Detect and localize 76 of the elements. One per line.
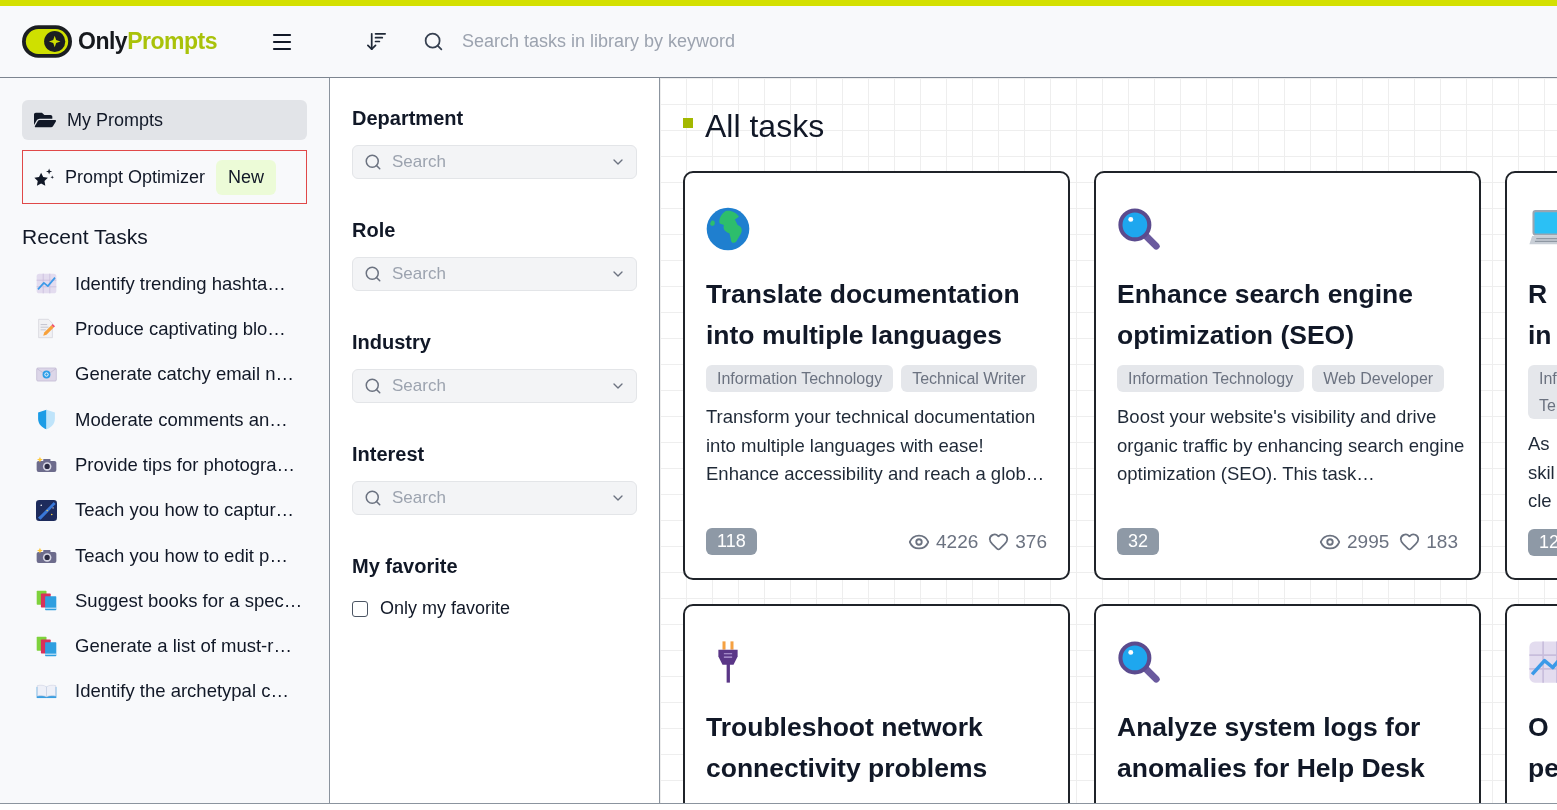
- galaxy-icon: [36, 499, 57, 521]
- recent-task-link[interactable]: Identify the archetypal c…: [75, 677, 289, 706]
- search-icon: [364, 265, 382, 283]
- sort-icon[interactable]: [365, 30, 388, 53]
- section-heading: Recent Tasks: [22, 224, 149, 250]
- recent-task-link[interactable]: Generate catchy email n…: [75, 360, 295, 389]
- checkbox-label[interactable]: Only my favorite: [380, 595, 511, 622]
- tag: Inf Te: [1528, 365, 1557, 419]
- globe-icon: [706, 207, 750, 251]
- card-description: As skil cle: [1528, 432, 1556, 513]
- recent-task-link[interactable]: Identify trending hashta…: [75, 269, 286, 298]
- nav-item[interactable]: My Prompts: [22, 100, 307, 140]
- tag: Information Technology: [1117, 365, 1305, 392]
- recent-task-link[interactable]: Teach you how to edit p…: [75, 541, 288, 570]
- tag: Technical Writer: [901, 365, 1037, 392]
- filter-heading: Interest: [352, 442, 426, 466]
- brand-name: OnlyPrompts: [78, 27, 217, 57]
- dropdown-search-input[interactable]: Search: [392, 373, 610, 399]
- recent-task-link[interactable]: Generate a list of must-r…: [75, 632, 292, 660]
- dropdown-search-input[interactable]: Search: [392, 149, 610, 175]
- dropdown-search-input[interactable]: Search: [392, 485, 610, 511]
- checkbox[interactable]: [352, 600, 368, 617]
- card-title: Enhance search engine optimization (SEO): [1117, 278, 1415, 352]
- recent-task-link[interactable]: Teach you how to captur…: [75, 496, 295, 524]
- recent-task-link[interactable]: Produce captivating blo…: [75, 315, 286, 343]
- filter-heading: Department: [352, 106, 465, 130]
- filter-heading: Role: [352, 218, 397, 242]
- filter-heading: Industry: [352, 330, 432, 354]
- filter-dropdown[interactable]: Search: [352, 257, 637, 291]
- task-card[interactable]: Troubleshoot network connectivity problems: [683, 604, 1070, 803]
- task-card[interactable]: Analyze system logs for anomalies for Help Desk: [1094, 604, 1481, 803]
- magnifier-icon: [1117, 207, 1161, 251]
- view-count: 2995: [1347, 529, 1390, 554]
- square-marker-icon: [683, 118, 693, 128]
- memo-icon: [36, 318, 57, 340]
- card-title: Troubleshoot network connectivity problems: [706, 711, 989, 785]
- new-badge: New: [216, 159, 277, 195]
- page-title: All tasks: [705, 107, 825, 145]
- search-icon: [364, 377, 382, 395]
- card-title: Analyze system logs for anomalies for Help Desk: [1117, 711, 1426, 785]
- search-icon: [423, 31, 444, 52]
- filter-heading: My favorite: [352, 554, 459, 578]
- filter-dropdown[interactable]: Search: [352, 369, 637, 403]
- heart-icon: [988, 531, 1010, 553]
- view-count: 4226: [936, 529, 979, 554]
- filter-dropdown[interactable]: Search: [352, 145, 637, 179]
- tag: Web Developer: [1312, 365, 1445, 392]
- filter-dropdown[interactable]: Search: [352, 481, 637, 515]
- folder-icon: [34, 110, 56, 130]
- card-description: Boost your website's visibility and drive organic traffic by enhancing search engine optimization (SEO). This task…: [1117, 405, 1466, 486]
- card-title: Translate documentation into multiple languages: [706, 278, 1021, 352]
- task-card[interactable]: [683, 171, 1070, 580]
- card-description: Transform your technical documentation into multiple languages with ease! Enhance accessibility and reach a glob…: [706, 405, 1046, 486]
- count-badge: 32: [1117, 528, 1160, 556]
- search-icon: [364, 153, 382, 171]
- card-title: R in: [1528, 278, 1553, 352]
- nav-item[interactable]: Prompt Optimizer New: [22, 150, 307, 204]
- chart-icon: [36, 273, 57, 295]
- like-count: 183: [1426, 529, 1458, 554]
- shield-icon: [36, 409, 57, 431]
- like-count: 376: [1015, 529, 1047, 554]
- recent-task-link[interactable]: Moderate comments an…: [75, 405, 288, 434]
- tag: Information Technology: [706, 365, 894, 392]
- search-icon: [364, 489, 382, 507]
- books-icon: [36, 635, 57, 657]
- magnifier-icon: [1117, 640, 1161, 684]
- search-field[interactable]: Search tasks in library by keyword: [462, 28, 762, 55]
- books-icon: [36, 590, 57, 612]
- sparkle-star-icon: [34, 167, 54, 187]
- task-card[interactable]: [1094, 171, 1481, 580]
- recent-task-link[interactable]: Suggest books for a spec…: [75, 586, 303, 615]
- recent-task-link[interactable]: Provide tips for photogra…: [75, 450, 296, 479]
- count-badge: 118: [706, 528, 757, 556]
- dropdown-search-input[interactable]: Search: [392, 261, 610, 287]
- toggle-icon: [22, 25, 72, 58]
- heart-icon: [1399, 531, 1421, 553]
